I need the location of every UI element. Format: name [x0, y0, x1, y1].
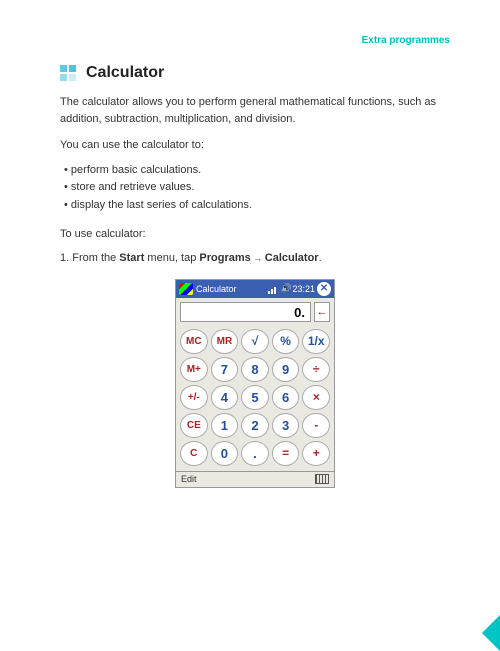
title-row: Calculator: [60, 64, 450, 82]
sub-intro-text: You can use the calculator to:: [60, 137, 450, 154]
calc-key-m[interactable]: M+: [180, 357, 208, 382]
calc-key-7[interactable]: 7: [211, 357, 239, 382]
grid-icon: [60, 65, 76, 81]
calc-key-5[interactable]: 5: [241, 385, 269, 410]
calc-key-[interactable]: =: [272, 441, 300, 466]
calc-key-[interactable]: -: [302, 413, 330, 438]
calc-key-c[interactable]: C: [180, 441, 208, 466]
arrow-icon: →: [251, 253, 265, 263]
calc-key-[interactable]: ×: [302, 385, 330, 410]
step-prefix: 1. From the: [60, 252, 119, 264]
calc-key-1[interactable]: 1: [211, 413, 239, 438]
calc-key-[interactable]: %: [272, 329, 300, 354]
calc-key-1x[interactable]: 1/x: [302, 329, 330, 354]
calc-key-[interactable]: √: [241, 329, 269, 354]
calc-key-[interactable]: +/-: [180, 385, 208, 410]
calc-key-9[interactable]: 9: [272, 357, 300, 382]
step-mid: menu, tap: [144, 252, 199, 264]
step-start-menu: Start: [119, 252, 144, 264]
signal-icon: [268, 284, 278, 294]
bullet-item: display the last series of calculations.: [60, 197, 450, 215]
edit-menu[interactable]: Edit: [181, 474, 197, 484]
calc-key-mc[interactable]: MC: [180, 329, 208, 354]
calc-key-mr[interactable]: MR: [211, 329, 239, 354]
step-text: 1. From the Start menu, tap Programs → C…: [60, 250, 450, 267]
calc-key-8[interactable]: 8: [241, 357, 269, 382]
step-intro: To use calculator:: [60, 228, 450, 240]
step-period: .: [319, 252, 322, 264]
start-flag-icon[interactable]: [179, 283, 193, 295]
calc-key-4[interactable]: 4: [211, 385, 239, 410]
calc-key-[interactable]: ÷: [302, 357, 330, 382]
bullet-item: perform basic calculations.: [60, 162, 450, 180]
calc-key-6[interactable]: 6: [272, 385, 300, 410]
calc-key-[interactable]: .: [241, 441, 269, 466]
bullet-item: store and retrieve values.: [60, 179, 450, 197]
keyboard-icon[interactable]: [315, 474, 329, 484]
bullet-list: perform basic calculations. store and re…: [60, 162, 450, 215]
section-header: Extra programmes: [60, 35, 450, 46]
intro-text: The calculator allows you to perform gen…: [60, 94, 450, 127]
calc-title: Calculator: [196, 284, 265, 294]
backspace-button[interactable]: ←: [314, 302, 330, 322]
step-calculator: Calculator: [265, 252, 319, 264]
calc-key-0[interactable]: 0: [211, 441, 239, 466]
calc-key-2[interactable]: 2: [241, 413, 269, 438]
calc-keypad: MCMR√%1/x M+789÷ +/-456× CE123- C0.=+: [176, 326, 334, 471]
calc-bottombar: Edit: [176, 471, 334, 487]
speaker-icon: 🔊: [280, 283, 290, 294]
calc-key-ce[interactable]: CE: [180, 413, 208, 438]
close-icon[interactable]: ✕: [317, 282, 331, 296]
calculator-window: Calculator 🔊 23:21 ✕ 0. ← MCMR√%1/x M+789…: [175, 279, 335, 488]
calc-key-[interactable]: +: [302, 441, 330, 466]
page-number: 235: [458, 596, 473, 606]
calc-titlebar: Calculator 🔊 23:21 ✕: [176, 280, 334, 298]
calc-display: 0.: [180, 302, 311, 322]
step-programs: Programs: [199, 252, 250, 264]
page-title: Calculator: [86, 64, 164, 82]
calc-key-3[interactable]: 3: [272, 413, 300, 438]
clock-text: 23:21: [292, 284, 315, 294]
